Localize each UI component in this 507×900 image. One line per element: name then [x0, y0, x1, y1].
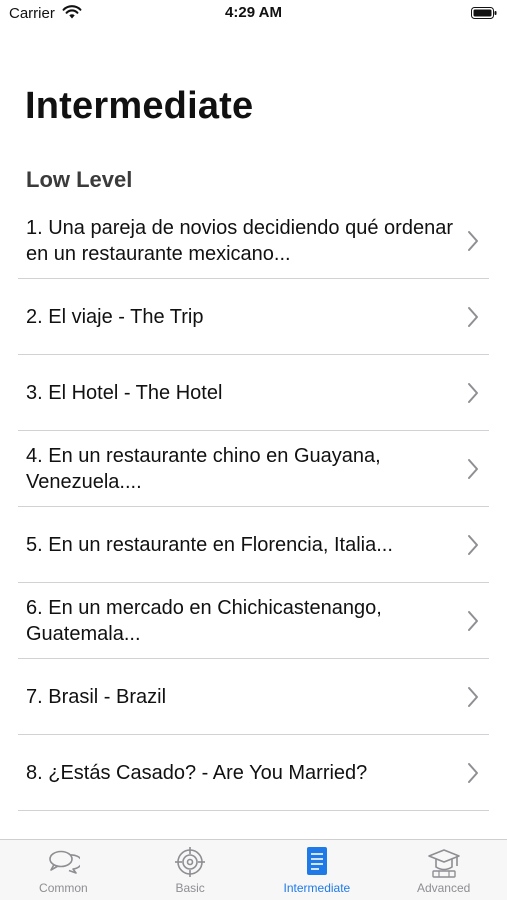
list-item-label: 5. En un restaurante en Florencia, Itali…: [26, 534, 393, 556]
list-item[interactable]: 2. El viaje - The Trip: [0, 279, 507, 355]
lesson-list: 1. Una pareja de novios decidiendo qué o…: [0, 203, 507, 811]
tab-common[interactable]: Common: [0, 840, 127, 900]
list-item[interactable]: 3. El Hotel - The Hotel: [0, 355, 507, 431]
list-item[interactable]: 5. En un restaurante en Florencia, Itali…: [0, 507, 507, 583]
tab-label: Advanced: [416, 881, 471, 895]
list-item[interactable]: 8. ¿Estás Casado? - Are You Married?: [0, 735, 507, 811]
status-bar: Carrier 4:29 AM: [0, 0, 507, 30]
list-item[interactable]: 7. Brasil - Brazil: [0, 659, 507, 735]
page-title: Intermediate: [25, 85, 254, 127]
chevron-right-icon: [468, 535, 478, 555]
tab-bar: Common Basic Intermediate Advanced: [0, 839, 507, 900]
chevron-right-icon: [468, 231, 478, 251]
list-item[interactable]: 6. En un mercado en Chichicastenango, Gu…: [0, 583, 507, 659]
list-item-label: 1. Una pareja de novios decidiendo qué o…: [26, 217, 453, 265]
list-item-label: 6. En un mercado en Chichicastenango, Gu…: [26, 597, 382, 645]
list-item-label: 7. Brasil - Brazil: [26, 686, 167, 708]
chevron-right-icon: [468, 611, 478, 631]
tab-intermediate[interactable]: Intermediate: [254, 840, 381, 900]
document-icon: [306, 847, 327, 875]
tab-label: Intermediate: [283, 881, 351, 895]
speech-bubbles-icon: [49, 850, 81, 874]
tab-basic[interactable]: Basic: [127, 840, 254, 900]
tab-label: Common: [39, 881, 88, 895]
chevron-right-icon: [468, 459, 478, 479]
list-item-label: 8. ¿Estás Casado? - Are You Married?: [26, 762, 368, 784]
clock: 4:29 AM: [225, 4, 282, 21]
list-item[interactable]: 4. En un restaurante chino en Guayana, V…: [0, 431, 507, 507]
tab-label: Basic: [175, 881, 205, 895]
list-item-label: 2. El viaje - The Trip: [26, 306, 204, 328]
list-item[interactable]: 1. Una pareja de novios decidiendo qué o…: [0, 203, 507, 279]
tab-advanced[interactable]: Advanced: [380, 840, 507, 900]
chevron-right-icon: [468, 763, 478, 783]
graduation-cap-icon: [427, 849, 460, 878]
battery-icon: [471, 7, 497, 19]
chevron-right-icon: [468, 687, 478, 707]
list-item-label: 3. El Hotel - The Hotel: [26, 382, 223, 404]
target-icon: [175, 847, 206, 877]
list-item-label: 4. En un restaurante chino en Guayana, V…: [26, 445, 381, 493]
chevron-right-icon: [468, 383, 478, 403]
chevron-right-icon: [468, 307, 478, 327]
section-header: Low Level: [26, 167, 133, 192]
